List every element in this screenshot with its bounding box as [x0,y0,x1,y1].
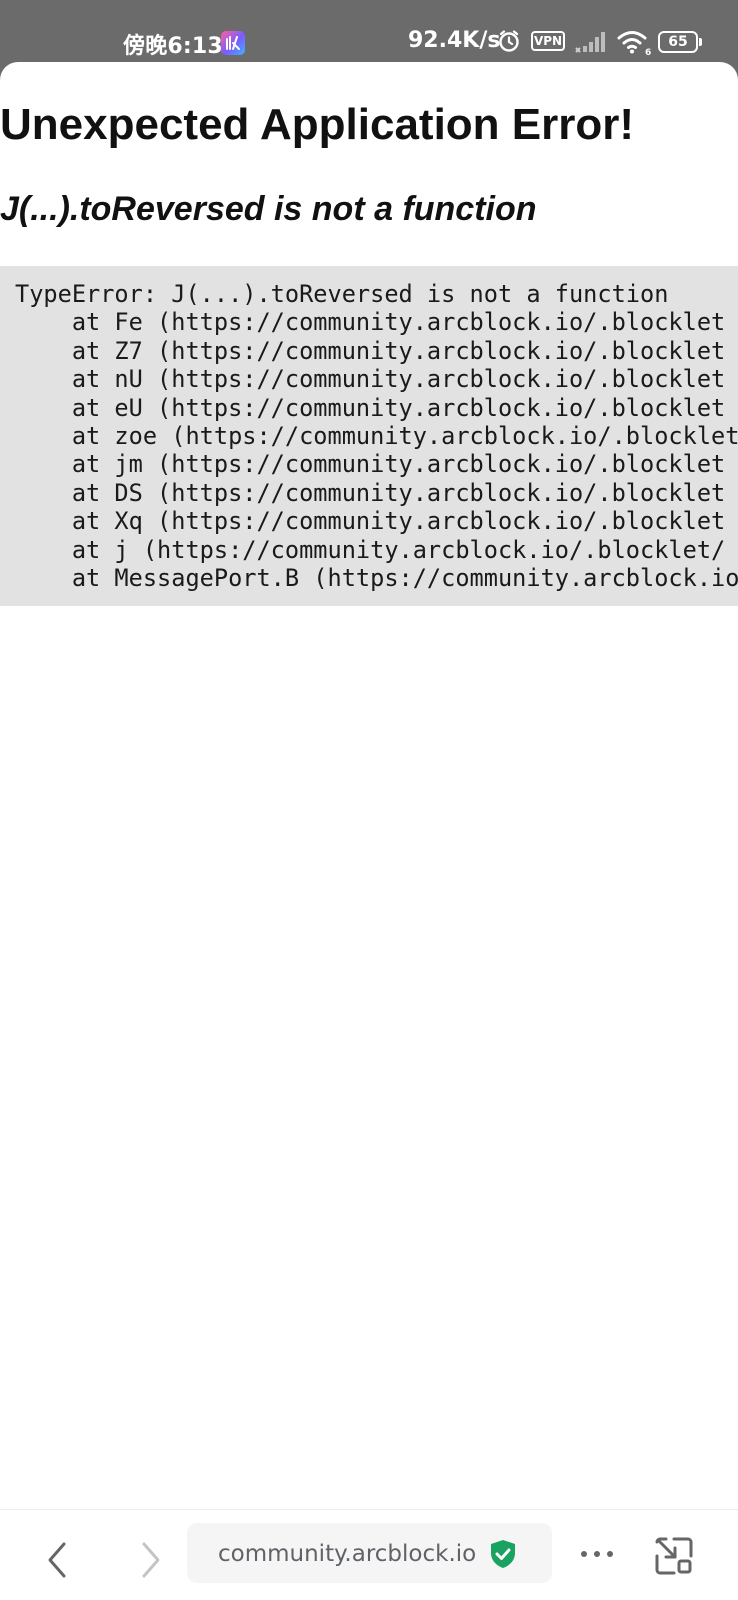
status-bar: 傍晚6:13 92.4K/s VPN 6 65 [0,0,738,62]
wifi-icon: 6 [617,31,651,56]
stack-line: at eU (https://community.arcblock.io/.bl… [15,393,726,422]
phone-screen: 傍晚6:13 92.4K/s VPN 6 65 Unexpected Appli… [0,0,738,1600]
chevron-left-icon[interactable] [42,1540,72,1580]
stack-line: at Fe (https://community.arcblock.io/.bl… [15,308,726,337]
app-notification-icon [221,31,245,55]
url-text: community.arcblock.io [218,1541,477,1567]
page-title: Unexpected Application Error! [0,100,635,149]
stack-line: TypeError: J(...).toReversed is not a fu… [15,280,669,308]
more-horizontal-icon[interactable] [580,1550,614,1558]
status-time: 傍晚6:13 [123,34,223,59]
signal-icon [575,32,605,53]
browser-toolbar: community.arcblock.io [0,1509,738,1600]
shield-check-icon [491,1540,515,1568]
battery-indicator: 65 [658,31,702,53]
vpn-badge: VPN [531,31,565,51]
stack-line: at jm (https://community.arcblock.io/.bl… [15,450,726,479]
address-bar[interactable]: community.arcblock.io [187,1523,552,1583]
stack-line: at DS (https://community.arcblock.io/.bl… [15,478,726,507]
stack-trace: TypeError: J(...).toReversed is not a fu… [0,266,738,606]
stack-line: at zoe (https://community.arcblock.io/.b… [15,422,738,450]
stack-line: at Xq (https://community.arcblock.io/.bl… [15,507,726,536]
network-speed: 92.4K/s [408,28,501,53]
chevron-right-icon[interactable] [136,1540,166,1580]
error-page: Unexpected Application Error! J(...).toR… [0,62,738,1600]
stack-line: at Z7 (https://community.arcblock.io/.bl… [15,336,726,365]
wifi-badge: 6 [645,48,651,56]
stack-line: at MessagePort.B (https://community.arcb… [15,564,738,592]
error-message: J(...).toReversed is not a function [0,190,537,228]
stack-line: at j (https://community.arcblock.io/.blo… [15,535,726,564]
exit-fullscreen-icon[interactable] [654,1536,694,1576]
stack-line: at nU (https://community.arcblock.io/.bl… [15,365,726,394]
alarm-icon [499,30,519,52]
